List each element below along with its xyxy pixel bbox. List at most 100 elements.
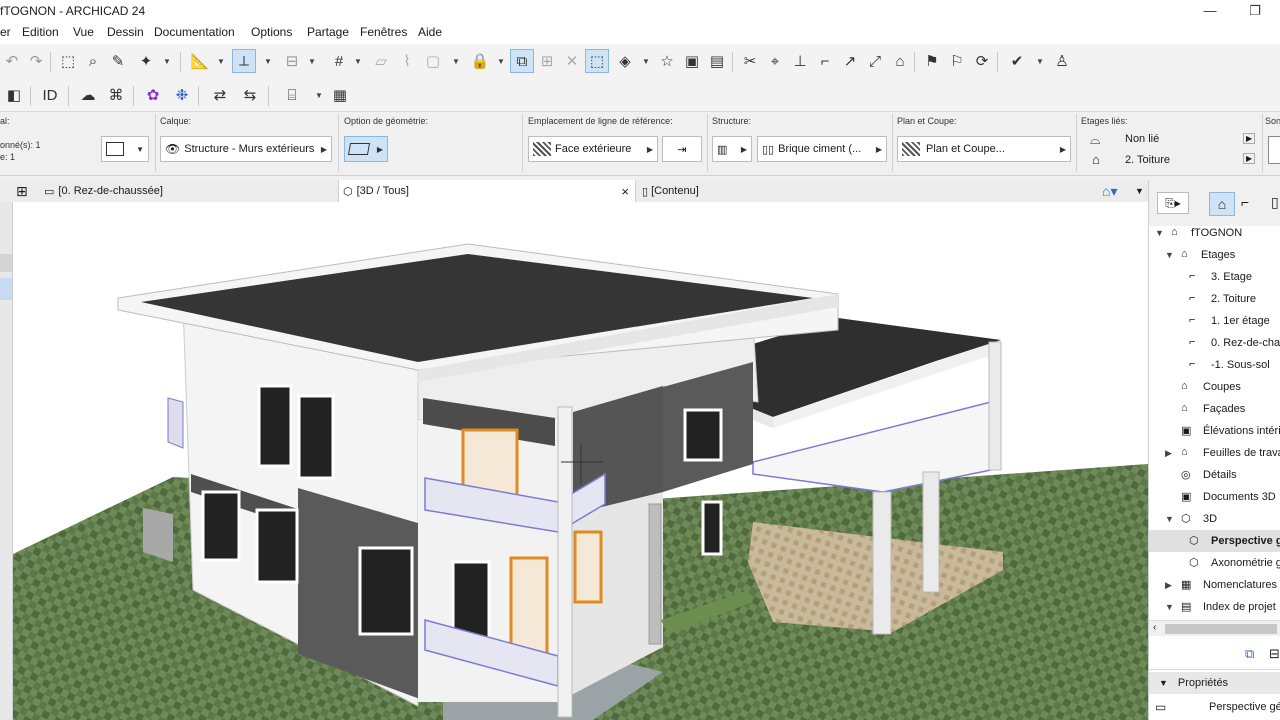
user-icon[interactable]: ♙ [1050, 49, 1074, 73]
publish-icon[interactable]: ⇄ [208, 83, 232, 107]
tree-elevations[interactable]: ▣ Élévations intérieures [1149, 420, 1280, 442]
split-icon[interactable]: ✂ [738, 49, 762, 73]
properties-header[interactable]: ▼ Propriétés [1149, 672, 1280, 694]
renovation-icon[interactable]: ⚐ [945, 49, 969, 73]
bim-component-icon[interactable]: ✿ [141, 83, 165, 107]
partial-right-field[interactable] [1268, 136, 1280, 164]
dropdown-arrow-icon[interactable]: ▼ [450, 49, 462, 73]
image-icon[interactable]: ▣ [680, 49, 704, 73]
tree-story[interactable]: ⌐ -1. Sous-sol [1149, 354, 1280, 376]
close-tab-icon[interactable]: × [621, 184, 629, 199]
dropdown-arrow-icon[interactable]: ▼ [1034, 49, 1046, 73]
menu-fenetres[interactable]: Fenêtres [360, 25, 407, 39]
sync-icon[interactable]: ⇆ [238, 83, 262, 107]
grid-view-icon[interactable]: ⊞ [16, 180, 28, 202]
properties-row[interactable]: ▭ Perspective gé [1149, 696, 1280, 720]
grid-icon[interactable]: # [327, 49, 351, 73]
find-select-icon[interactable]: ⌕ [81, 49, 105, 73]
tree-index[interactable]: ▼ ▤ Index de projet [1149, 596, 1280, 618]
cloud-icon[interactable]: ☁ [76, 83, 100, 107]
rotate-icon[interactable]: ⊞ [535, 49, 559, 73]
3d-viewport[interactable] [13, 202, 1148, 720]
tag-icon[interactable]: ⌘ [104, 83, 128, 107]
menu-documentation[interactable]: Documentation [154, 25, 235, 39]
menu-partage[interactable]: Partage [307, 25, 349, 39]
align-icon[interactable]: ⊟ [280, 49, 304, 73]
fillet-icon[interactable]: ⌐ [813, 49, 837, 73]
menu-edition[interactable]: Edition [22, 25, 59, 39]
tab-3d-tous[interactable]: ⬡ [3D / Tous] × [338, 180, 636, 202]
favorites-icon[interactable]: ☆ [655, 49, 679, 73]
structure-type-select[interactable]: ▥ ▶ [712, 136, 752, 162]
expand-icon[interactable]: ▼ [1165, 602, 1174, 612]
minimize-button[interactable]: — [1200, 2, 1220, 20]
layout-book-icon[interactable]: ▦ [328, 83, 352, 107]
explode-icon[interactable]: ✕ [560, 49, 584, 73]
section-marker-icon[interactable]: ⌸ [280, 83, 304, 107]
flip-reference-button[interactable]: ⇥ [662, 136, 702, 162]
flag-icon[interactable]: ⚑ [920, 49, 944, 73]
menu-fichier[interactable]: er [0, 25, 11, 39]
dropdown-arrow-icon[interactable]: ▼ [495, 49, 507, 73]
tree-details[interactable]: ◎ Détails [1149, 464, 1280, 486]
tree-project[interactable]: ▼ ⌂ fTOGNON [1149, 222, 1280, 244]
menu-aide[interactable]: Aide [418, 25, 442, 39]
tree-axonometrie[interactable]: ⬡ Axonométrie générique [1149, 552, 1280, 574]
toolbox-tab[interactable] [0, 254, 12, 272]
solid-element-icon[interactable]: ◈ [613, 49, 637, 73]
roof-icon[interactable]: ⌂ [888, 49, 912, 73]
building-material-select[interactable]: ▯▯ Brique ciment (... ▶ [757, 136, 887, 162]
trace-icon[interactable]: ⌇ [395, 49, 419, 73]
collapse-icon[interactable]: ▶ [1165, 580, 1172, 591]
tree-story[interactable]: ⌐ 3. Etage [1149, 266, 1280, 288]
toolbox-tab-active[interactable] [0, 278, 12, 300]
tree-facades[interactable]: ⌂ Façades [1149, 398, 1280, 420]
id-icon[interactable]: ID [38, 83, 62, 107]
teamwork-icon[interactable]: ⟳ [970, 49, 994, 73]
expand-icon[interactable]: ▼ [1155, 228, 1164, 238]
scroll-left-icon[interactable]: ‹ [1153, 622, 1156, 633]
menu-dessin[interactable]: Dessin [107, 25, 144, 39]
expand-icon[interactable]: ▼ [1159, 678, 1168, 688]
geometry-straight-button[interactable]: ▶ [344, 136, 388, 162]
tree-documents3d[interactable]: ▣ Documents 3D [1149, 486, 1280, 508]
bimx-icon[interactable]: ❉ [170, 83, 194, 107]
offset-icon[interactable]: ↗ [838, 49, 862, 73]
scrollbar-thumb[interactable] [1165, 624, 1277, 634]
new-view-icon[interactable]: ⧉ [1245, 646, 1254, 662]
adjust-icon[interactable]: ⌖ [763, 49, 787, 73]
project-map-button[interactable]: ⌂ [1209, 192, 1235, 216]
tab-contenu[interactable]: ▯ [Contenu] [640, 180, 840, 202]
dropdown-arrow-icon[interactable]: ▼ [313, 83, 325, 107]
intersect-icon[interactable]: ⊥ [788, 49, 812, 73]
tree-coupes[interactable]: ⌂ Coupes [1149, 376, 1280, 398]
tree-perspective[interactable]: ⬡ Perspective générique [1149, 530, 1280, 552]
expand-icon[interactable]: ▼ [1165, 250, 1174, 260]
check-icon[interactable]: ✔ [1005, 49, 1029, 73]
expand-icon[interactable]: ▼ [1165, 514, 1174, 524]
layer-select[interactable]: 👁 Structure - Murs extérieurs ▶ [160, 136, 332, 162]
tree-nomenclatures[interactable]: ▶ ▦ Nomenclatures [1149, 574, 1280, 596]
collapse-icon[interactable]: ▶ [1165, 448, 1172, 459]
tree-story[interactable]: ⌐ 0. Rez-de-chaussée [1149, 332, 1280, 354]
navigator-mode-select[interactable]: ⎘▸ [1157, 192, 1189, 214]
pet-palette-icon[interactable]: ⬚ [56, 49, 80, 73]
dropdown-arrow-icon[interactable]: ▼ [161, 49, 173, 73]
tree-3d[interactable]: ▼ ⬡ 3D [1149, 508, 1280, 530]
view-map-icon[interactable]: ⌐ [1241, 194, 1249, 210]
top-link-arrow[interactable]: ▶ [1243, 133, 1256, 144]
document-icon[interactable]: ▤ [705, 49, 729, 73]
tree-story[interactable]: ⌐ 2. Toiture [1149, 288, 1280, 310]
tab-overflow-icon[interactable]: ▼ [1135, 180, 1144, 202]
reference-line-select[interactable]: Face extérieure ▶ [528, 136, 658, 162]
layer-icon[interactable]: ▱ [369, 49, 393, 73]
dropdown-arrow-icon[interactable]: ▼ [640, 49, 652, 73]
tab-list-icon[interactable]: ⌂▾ [1102, 180, 1117, 202]
measure-icon[interactable]: 📐 [188, 49, 212, 73]
eyedropper-icon[interactable]: ✎ [106, 49, 130, 73]
dropdown-arrow-icon[interactable]: ▼ [262, 49, 274, 73]
tree-etages[interactable]: ▼ ⌂ Etages [1149, 244, 1280, 266]
element-shape-select[interactable]: ▼ [101, 136, 149, 162]
dropdown-arrow-icon[interactable]: ▼ [352, 49, 364, 73]
redo-icon[interactable]: ↷ [24, 49, 48, 73]
